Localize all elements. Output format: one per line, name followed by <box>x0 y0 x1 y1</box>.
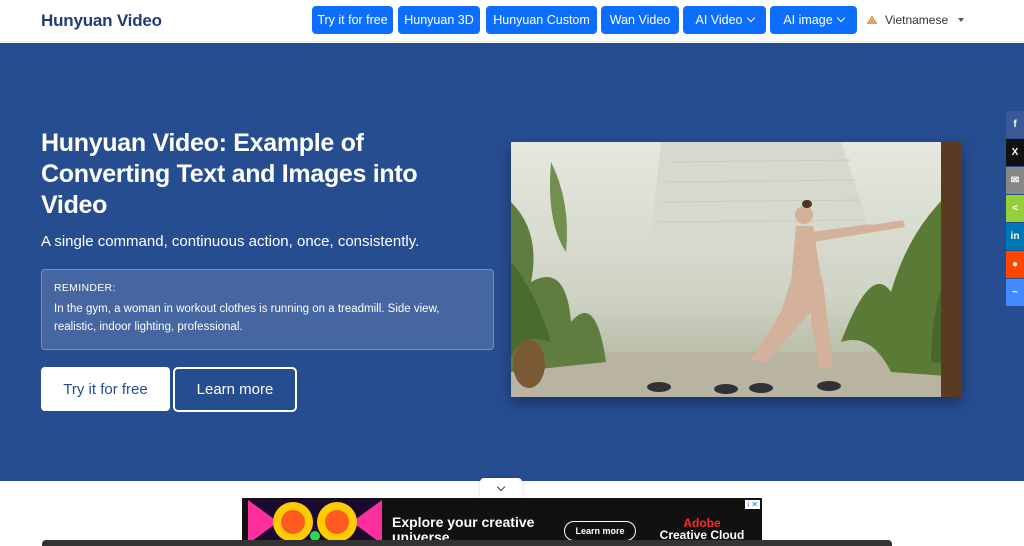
ad-learn-more-button[interactable]: Learn more <box>564 521 636 541</box>
ad-brand: Adobe Creative Cloud <box>652 517 752 541</box>
reminder-box: REMINDER: In the gym, a woman in workout… <box>41 269 494 350</box>
ad-artwork-image <box>248 500 382 544</box>
nav-hunyuan-custom-label: Hunyuan Custom <box>493 13 590 27</box>
facebook-share-button[interactable]: f <box>1006 111 1024 138</box>
x-icon: X <box>1011 147 1019 158</box>
facebook-icon: f <box>1013 119 1017 130</box>
messenger-icon: ~ <box>1012 287 1018 298</box>
share-icon: < <box>1012 203 1018 214</box>
chevron-down-icon <box>836 13 845 23</box>
chevron-down-icon <box>496 482 506 492</box>
nav-try-free-label: Try it for free <box>317 13 388 27</box>
reddit-icon: ● <box>1011 259 1019 270</box>
nav-ai-video-dropdown[interactable]: AI Video <box>683 6 766 34</box>
nav-hunyuan-3d-label: Hunyuan 3D <box>404 13 474 27</box>
hero-subtitle: A single command, continuous action, onc… <box>41 233 420 250</box>
brand-logo[interactable]: Hunyuan Video <box>41 11 162 31</box>
reminder-text: In the gym, a woman in workout clothes i… <box>54 303 440 333</box>
generic-share-button[interactable]: < <box>1006 195 1024 222</box>
email-share-button[interactable]: ✉ <box>1006 167 1024 194</box>
video-preview-image[interactable] <box>511 142 962 397</box>
ad-collapse-toggle[interactable] <box>480 478 522 499</box>
hero-section: Hunyuan Video: Example of Converting Tex… <box>0 43 1024 481</box>
nav-wan-video-label: Wan Video <box>609 13 671 27</box>
caret-down-icon <box>958 18 965 22</box>
try-free-button[interactable]: Try it for free <box>41 367 170 411</box>
x-share-button[interactable]: X <box>1006 139 1024 166</box>
reminder-label: REMINDER: <box>54 282 116 294</box>
top-navbar: Hunyuan Video Try it for free Hunyuan 3D… <box>0 0 1024 42</box>
nav-ai-image-label: AI image <box>783 13 833 27</box>
language-selector[interactable]: Vietnamese <box>866 13 965 27</box>
linkedin-icon: in <box>1010 231 1020 242</box>
chevron-down-icon <box>746 13 755 23</box>
email-icon: ✉ <box>1010 175 1020 186</box>
nav-wan-video-button[interactable]: Wan Video <box>601 6 679 34</box>
reddit-share-button[interactable]: ● <box>1006 251 1024 278</box>
language-label: Vietnamese <box>885 13 949 27</box>
nav-try-free-button[interactable]: Try it for free <box>312 6 393 34</box>
nav-hunyuan-3d-button[interactable]: Hunyuan 3D <box>398 6 480 34</box>
messenger-share-button[interactable]: ~ <box>1006 279 1024 306</box>
nav-ai-video-label: AI Video <box>695 13 743 27</box>
ad-close-icon[interactable]: i ✕ <box>745 500 760 509</box>
learn-more-button[interactable]: Learn more <box>173 367 297 412</box>
nav-hunyuan-custom-button[interactable]: Hunyuan Custom <box>486 6 597 34</box>
linkedin-share-button[interactable]: in <box>1006 223 1024 250</box>
hero-title: Hunyuan Video: Example of Converting Tex… <box>41 129 418 219</box>
ad-banner[interactable]: Explore your creative universe. Learn mo… <box>242 498 762 544</box>
bottom-content-bar <box>42 540 892 546</box>
nav-ai-image-dropdown[interactable]: AI image <box>770 6 857 34</box>
flag-icon <box>866 14 878 26</box>
